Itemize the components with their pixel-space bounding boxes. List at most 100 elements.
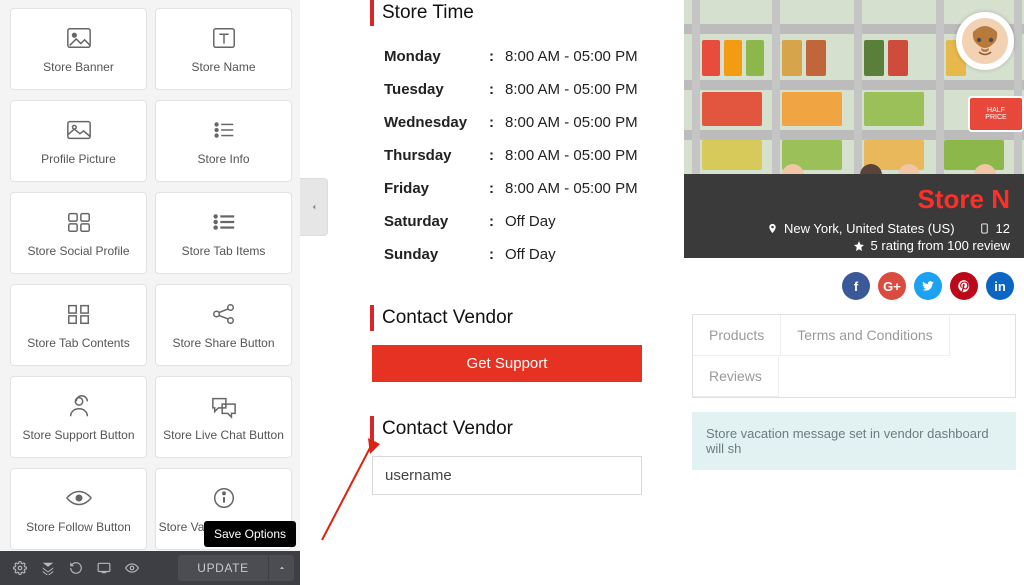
hours-row: Thursday:8:00 AM - 05:00 PM (384, 139, 662, 172)
rating-text: 5 rating from 100 review (871, 238, 1010, 253)
eye-icon (64, 484, 94, 512)
vendor-avatar (956, 12, 1014, 70)
time-text: 8:00 AM - 05:00 PM (505, 114, 638, 131)
day-label: Saturday (384, 213, 489, 230)
sidebar-collapse-handle[interactable] (300, 178, 328, 236)
widget-label: Store Tab Contents (27, 336, 130, 350)
store-tab[interactable]: Reviews (693, 356, 779, 397)
widget-label: Store Tab Items (182, 244, 266, 258)
linkedin-button[interactable]: in (986, 272, 1014, 300)
address-text: New York, United States (US) (784, 221, 955, 236)
banner-info-bar: Store N New York, United States (US) 12 … (684, 174, 1024, 258)
widget-label: Store Support Button (22, 428, 134, 442)
contact-vendor-form-heading: Contact Vendor (370, 416, 662, 442)
get-support-button[interactable]: Get Support (372, 345, 642, 382)
widget-card[interactable]: Store Share Button (155, 284, 292, 366)
editor-footer-bar: UPDATE Save Options (0, 551, 300, 585)
preview-eye-button[interactable] (118, 554, 146, 582)
hours-row: Monday:8:00 AM - 05:00 PM (384, 40, 662, 73)
contact-name-input[interactable] (372, 456, 642, 495)
store-banner-preview: HALF PRICE Store N New York, United Stat… (684, 0, 1024, 258)
settings-gear-button[interactable] (6, 554, 34, 582)
widget-card[interactable]: Store Social Profile (10, 192, 147, 274)
image-icon (64, 24, 94, 52)
store-time-heading: Store Time (370, 0, 662, 26)
twitter-button[interactable] (914, 272, 942, 300)
editor-canvas: Store Time Monday:8:00 AM - 05:00 PMTues… (300, 0, 684, 585)
update-chevron-button[interactable] (268, 555, 294, 581)
widget-card[interactable]: Store Banner (10, 8, 147, 90)
chat-icon (209, 392, 239, 420)
info-icon (209, 484, 239, 512)
day-label: Wednesday (384, 114, 489, 131)
time-text: 8:00 AM - 05:00 PM (505, 180, 638, 197)
widget-card[interactable]: Store Tab Contents (10, 284, 147, 366)
colon: : (489, 180, 505, 197)
map-pin-icon (767, 223, 778, 234)
widget-label: Store Banner (43, 60, 114, 74)
social-buttons-row: f G+ in (684, 258, 1024, 314)
store-hours-list: Monday:8:00 AM - 05:00 PMTuesday:8:00 AM… (370, 40, 662, 271)
time-text: 8:00 AM - 05:00 PM (505, 147, 638, 164)
grid-squares-icon (64, 300, 94, 328)
save-options-tooltip: Save Options (204, 521, 296, 547)
phone-text: 12 (996, 221, 1010, 236)
hours-row: Friday:8:00 AM - 05:00 PM (384, 172, 662, 205)
widget-card[interactable]: Store Tab Items (155, 192, 292, 274)
hours-row: Tuesday:8:00 AM - 05:00 PM (384, 73, 662, 106)
widget-label: Store Social Profile (27, 244, 129, 258)
contact-vendor-form-section: Contact Vendor (370, 416, 662, 495)
hours-row: Wednesday:8:00 AM - 05:00 PM (384, 106, 662, 139)
widget-label: Store Name (191, 60, 255, 74)
widget-card[interactable]: Store Live Chat Button (155, 376, 292, 458)
colon: : (489, 81, 505, 98)
widget-card[interactable]: Store Name (155, 8, 292, 90)
navigator-button[interactable] (34, 554, 62, 582)
widget-card[interactable]: Store Support Button (10, 376, 147, 458)
store-tab[interactable]: Terms and Conditions (781, 315, 949, 356)
day-label: Sunday (384, 246, 489, 263)
contact-vendor-support-section: Contact Vendor Get Support (370, 305, 662, 382)
widget-label: Store Live Chat Button (163, 428, 284, 442)
facebook-button[interactable]: f (842, 272, 870, 300)
contact-vendor-support-heading: Contact Vendor (370, 305, 662, 331)
responsive-button[interactable] (90, 554, 118, 582)
time-text: 8:00 AM - 05:00 PM (505, 81, 638, 98)
list-dots-icon (209, 116, 239, 144)
google-plus-button[interactable]: G+ (878, 272, 906, 300)
colon: : (489, 147, 505, 164)
pinterest-button[interactable] (950, 272, 978, 300)
widget-card[interactable]: Profile Picture (10, 100, 147, 182)
day-label: Tuesday (384, 81, 489, 98)
share-icon (209, 300, 239, 328)
store-time-section: Store Time Monday:8:00 AM - 05:00 PMTues… (370, 0, 662, 271)
history-button[interactable] (62, 554, 90, 582)
colon: : (489, 246, 505, 263)
star-icon (853, 240, 865, 252)
day-label: Thursday (384, 147, 489, 164)
time-text: 8:00 AM - 05:00 PM (505, 48, 638, 65)
elementor-sidebar: Store Banner Store Name Profile Picture Sto… (0, 0, 300, 585)
colon: : (489, 213, 505, 230)
widget-card[interactable]: Store Info (155, 100, 292, 182)
store-preview-panel: HALF PRICE Store N New York, United Stat… (684, 0, 1024, 585)
half-price-text-top: HALF (987, 107, 1005, 114)
widget-list: Store Banner Store Name Profile Picture Sto… (0, 0, 300, 551)
store-tabs: ProductsTerms and ConditionsReviews (692, 314, 1016, 398)
colon: : (489, 48, 505, 65)
update-button[interactable]: UPDATE (178, 555, 268, 581)
list-lines-icon (209, 208, 239, 236)
half-price-badge: HALF PRICE (968, 96, 1024, 132)
colon: : (489, 114, 505, 131)
widget-label: Store Info (197, 152, 249, 166)
hours-row: Saturday:Off Day (384, 205, 662, 238)
hours-row: Sunday:Off Day (384, 238, 662, 271)
vacation-notice: Store vacation message set in vendor das… (692, 412, 1016, 470)
store-name-text: Store N (698, 184, 1010, 215)
day-label: Monday (384, 48, 489, 65)
text-icon (209, 24, 239, 52)
widget-label: Store Share Button (172, 336, 274, 350)
widget-card[interactable]: Store Follow Button (10, 468, 147, 550)
widget-label: Store Follow Button (26, 520, 131, 534)
store-tab[interactable]: Products (693, 315, 781, 356)
